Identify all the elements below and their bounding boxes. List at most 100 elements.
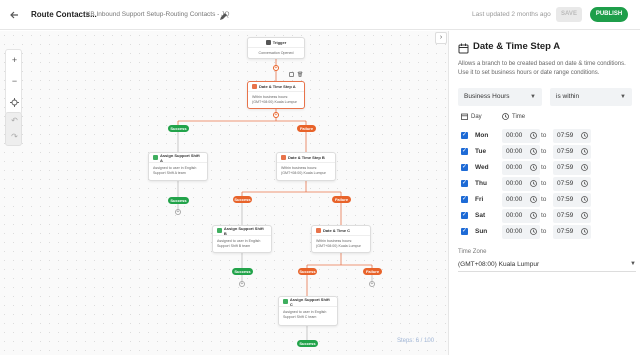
node-body-line: (GMT+08:00) Kuala Lumpur: [281, 171, 326, 175]
user-assign-icon: [153, 155, 158, 160]
success-branch-label: Success: [297, 340, 318, 347]
from-time-input[interactable]: 00:00: [502, 177, 540, 191]
trigger-node[interactable]: Trigger Conversation Opened: [247, 37, 305, 59]
day-checkbox[interactable]: ✓: [461, 228, 468, 235]
chevron-down-icon: ▼: [620, 94, 626, 100]
undo-icon[interactable]: ↶: [6, 113, 23, 129]
to-time-input[interactable]: 07:59: [553, 209, 591, 223]
to-label: to: [541, 164, 547, 171]
success-branch-label: Success: [233, 196, 252, 203]
from-time-input[interactable]: 00:00: [502, 161, 540, 175]
pencil-icon[interactable]: [218, 9, 228, 20]
day-row-thu: ✓ Thu 00:00 to 07:59: [458, 177, 638, 191]
calendar-icon: [461, 113, 468, 120]
chevron-down-icon: ▼: [530, 94, 536, 100]
select-value: is within: [556, 93, 580, 100]
from-time-input[interactable]: 00:00: [502, 129, 540, 143]
clock-icon: [530, 196, 537, 203]
clock-icon: [581, 212, 588, 219]
success-branch-label: Success: [298, 268, 317, 275]
top-bar: Route Contacts... KB Inbound Support Set…: [0, 0, 640, 30]
zoom-out-button[interactable]: −: [6, 71, 23, 92]
add-step-plus-icon[interactable]: +: [273, 112, 279, 118]
assign-shift-b-node[interactable]: Assign Support Shift B Assigned to user …: [212, 225, 272, 253]
chevron-right-icon[interactable]: ›: [435, 32, 447, 44]
from-time-input[interactable]: 00:00: [502, 209, 540, 223]
day-column-header: Day: [461, 113, 482, 120]
date-time-step-a-node[interactable]: Date & Time Step A Within business hours…: [247, 81, 305, 109]
node-body-line: Support Shift A team: [153, 171, 186, 175]
day-row-wed: ✓ Wed 00:00 to 07:59: [458, 161, 638, 175]
day-checkbox[interactable]: ✓: [461, 196, 468, 203]
operator-select[interactable]: is within ▼: [550, 88, 632, 106]
date-time-step-c-node[interactable]: Date & Time C Within business hours: (GMT…: [311, 225, 371, 253]
clock-icon: [581, 180, 588, 187]
day-checkbox[interactable]: ✓: [461, 180, 468, 187]
clock-icon: [581, 132, 588, 139]
condition-type-select[interactable]: Business Hours ▼: [458, 88, 542, 106]
clock-icon: [530, 164, 537, 171]
add-step-plus-icon[interactable]: +: [175, 209, 181, 215]
time-value: 00:00: [506, 196, 523, 203]
day-label: Fri: [475, 196, 484, 203]
day-checkbox[interactable]: ✓: [461, 148, 468, 155]
add-step-plus-icon[interactable]: +: [369, 281, 375, 287]
failure-branch-label: Failure: [363, 268, 382, 275]
workflow-canvas[interactable]: Trigger Conversation Opened + 🗑 Date & T…: [0, 31, 448, 355]
user-assign-icon: [217, 228, 222, 233]
from-time-input[interactable]: 00:00: [502, 193, 540, 207]
day-label: Sun: [475, 228, 488, 235]
success-branch-label: Success: [168, 197, 189, 204]
timezone-select[interactable]: (GMT+08:00) Kuala Lumpur ▼: [458, 261, 636, 272]
node-title: Date & Time Step B: [288, 155, 325, 160]
clock-icon: [581, 228, 588, 235]
day-label: Wed: [475, 164, 489, 171]
last-updated-text: Last updated 2 months ago: [472, 11, 551, 18]
from-time-input[interactable]: 00:00: [502, 225, 540, 239]
day-row-mon: ✓ Mon 00:00 to 07:59: [458, 129, 638, 143]
to-label: to: [541, 196, 547, 203]
to-time-input[interactable]: 07:59: [553, 177, 591, 191]
redo-icon[interactable]: ↷: [6, 129, 23, 145]
to-time-input[interactable]: 07:59: [553, 225, 591, 239]
to-label: to: [541, 212, 547, 219]
back-arrow-icon[interactable]: [8, 9, 20, 21]
panel-title: Date & Time Step A: [473, 41, 561, 52]
calendar-icon: [252, 84, 257, 89]
date-time-step-b-node[interactable]: Date & Time Step B Within business hours…: [276, 152, 336, 181]
user-assign-icon: [283, 299, 288, 304]
zoom-in-button[interactable]: +: [6, 50, 23, 71]
copy-icon[interactable]: [289, 72, 294, 77]
to-time-input[interactable]: 07:59: [553, 145, 591, 159]
publish-button[interactable]: PUBLISH: [590, 7, 628, 22]
fit-view-icon[interactable]: [6, 92, 23, 113]
day-checkbox[interactable]: ✓: [461, 212, 468, 219]
day-checkbox[interactable]: ✓: [461, 164, 468, 171]
time-value: 00:00: [506, 228, 523, 235]
timezone-label: Time Zone: [458, 249, 487, 255]
delete-icon[interactable]: 🗑: [297, 72, 303, 78]
add-step-plus-icon[interactable]: +: [239, 281, 245, 287]
time-value: 07:59: [557, 212, 574, 219]
failure-branch-label: Failure: [332, 196, 351, 203]
node-body-line: Support Shift C team: [283, 315, 317, 319]
save-button[interactable]: SAVE: [556, 7, 582, 22]
zoom-controls: + −: [5, 49, 22, 115]
day-row-fri: ✓ Fri 00:00 to 07:59: [458, 193, 638, 207]
node-title: Assign Support Shift B: [223, 225, 264, 236]
node-title: Date & Time Step A: [259, 84, 296, 89]
workflow-subtitle: KB Inbound Support Setup-Routing Contact…: [86, 10, 230, 18]
select-value: (GMT+08:00) Kuala Lumpur: [458, 261, 540, 268]
node-body-line: (GMT+08:00) Kuala Lumpur: [252, 100, 297, 104]
time-value: 07:59: [557, 148, 574, 155]
failure-branch-label: Failure: [297, 125, 316, 132]
to-time-input[interactable]: 07:59: [553, 129, 591, 143]
to-time-input[interactable]: 07:59: [553, 193, 591, 207]
to-time-input[interactable]: 07:59: [553, 161, 591, 175]
day-checkbox[interactable]: ✓: [461, 132, 468, 139]
add-step-plus-icon[interactable]: +: [273, 65, 279, 71]
from-time-input[interactable]: 00:00: [502, 145, 540, 159]
assign-shift-a-node[interactable]: Assign Support Shift A Assigned to user …: [148, 152, 208, 181]
panel-description: Allows a branch to be created based on d…: [458, 61, 626, 76]
assign-shift-c-node[interactable]: Assign Support Shift C Assigned to user …: [278, 296, 338, 326]
